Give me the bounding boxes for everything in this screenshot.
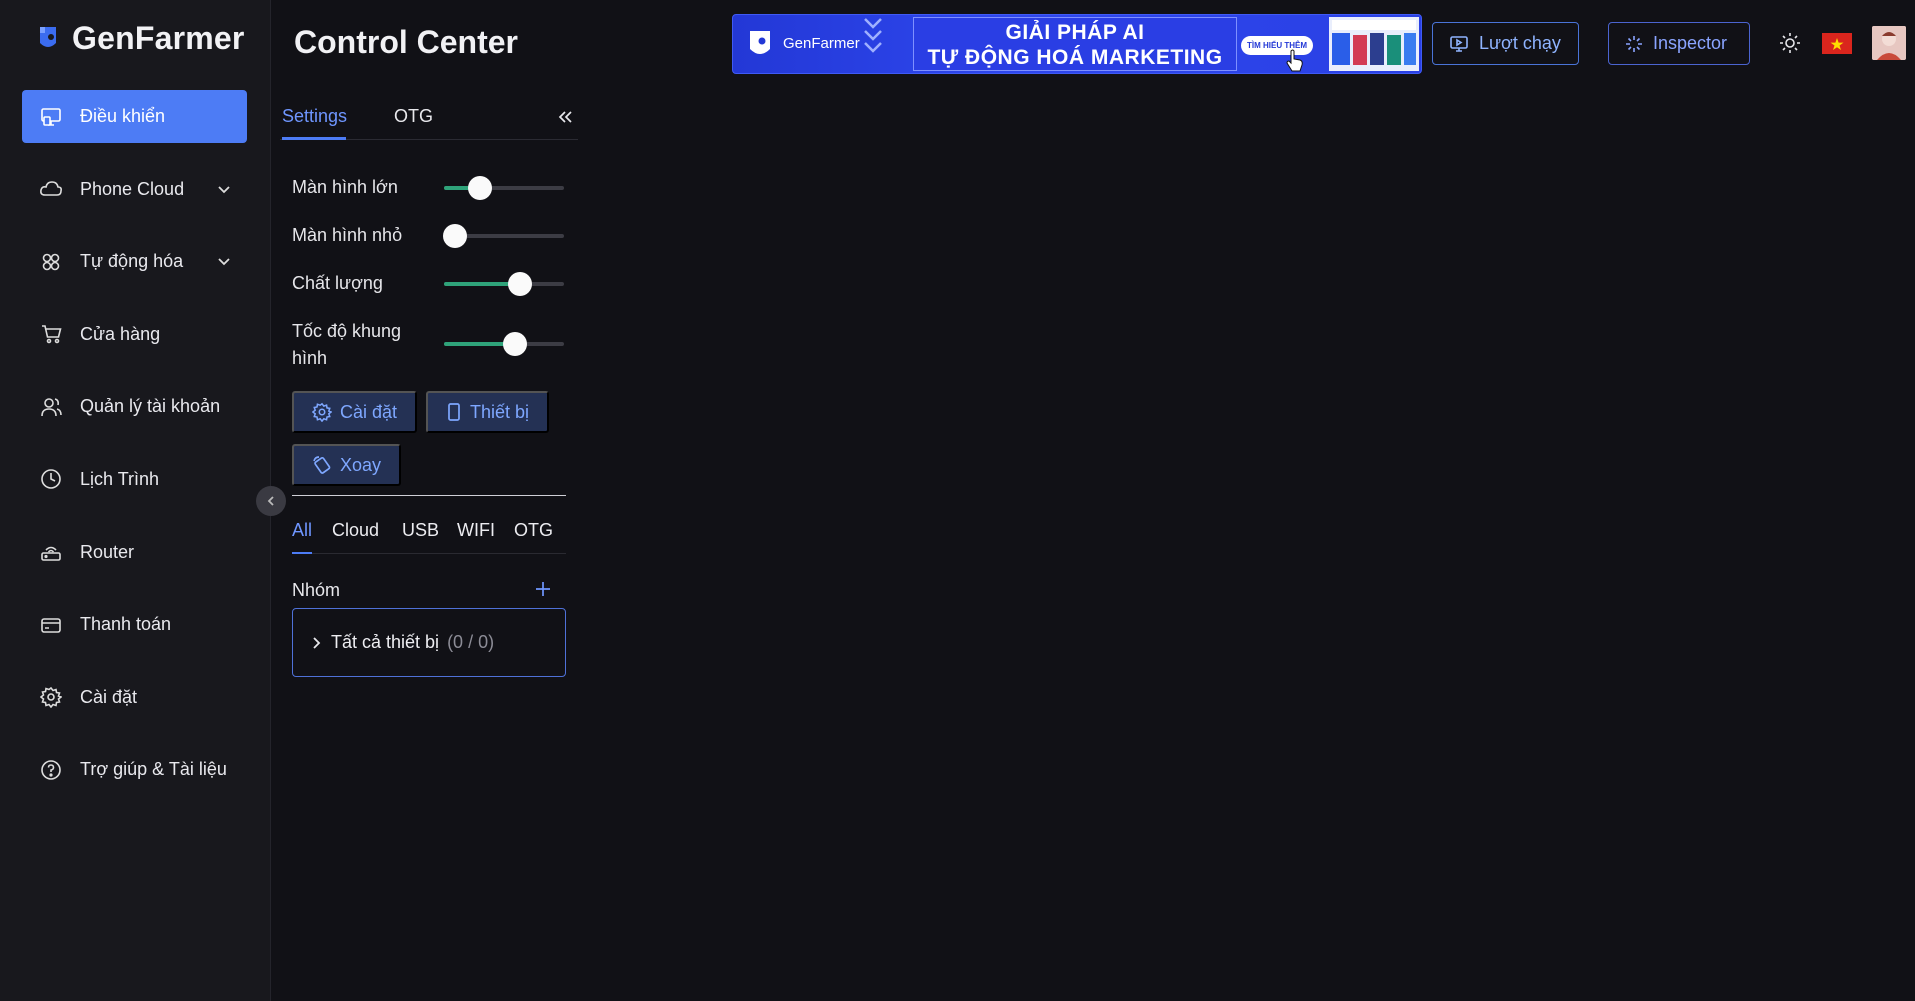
double-chevron-left-icon[interactable] [554, 106, 576, 128]
group-name: Tất cả thiết bị [331, 632, 440, 652]
connection-filter-tabs: All Cloud USB WIFI OTG [292, 520, 566, 554]
slider-label: Màn hình nhỏ [292, 225, 403, 245]
chevron-left-icon [267, 496, 274, 506]
language-flag-vietnam-icon[interactable] [1822, 33, 1852, 54]
monitor-icon [38, 104, 64, 130]
sidebar-item-cai-dat[interactable]: Cài đặt [22, 671, 247, 724]
pointer-hand-icon [1286, 49, 1303, 72]
genfarmer-logo-icon [40, 26, 56, 47]
brand-name: GenFarmer [72, 20, 245, 56]
active-tab-indicator [282, 137, 346, 140]
active-filter-indicator [292, 552, 312, 554]
sidebar-item-label: Cửa hàng [80, 323, 161, 344]
monitor-play-icon [1450, 35, 1468, 52]
app-mockup-image [1329, 17, 1419, 71]
filter-tab-all[interactable]: All [292, 520, 312, 541]
divider [292, 495, 566, 496]
group-count: (0 / 0) [447, 632, 495, 652]
automation-icon [38, 249, 64, 275]
clock-icon [38, 466, 64, 492]
cart-icon [38, 321, 64, 347]
sidebar-item-phone-cloud[interactable]: Phone Cloud [22, 163, 247, 216]
quality-slider[interactable] [444, 272, 564, 296]
sidebar-item-label: Điều khiển [80, 106, 166, 126]
sidebar-item-label: Lịch Trình [80, 468, 160, 489]
avatar[interactable] [1872, 26, 1906, 60]
router-icon [38, 539, 64, 565]
tab-settings[interactable]: Settings [282, 106, 347, 127]
theme-toggle-sun-icon[interactable] [1779, 32, 1801, 54]
sidebar-item-label: Trợ giúp & Tài liệu [80, 759, 227, 780]
rotate-device-icon [313, 456, 331, 474]
slider-handle[interactable] [468, 176, 492, 200]
banner-brand: GenFarmer [783, 35, 860, 52]
device-button[interactable]: Thiết bị [426, 391, 550, 433]
group-all-devices[interactable]: Tất cả thiết bị (0 / 0) [292, 608, 566, 677]
frame-rate-slider[interactable] [444, 332, 564, 356]
brand[interactable]: GenFarmer [36, 20, 245, 57]
tab-otg[interactable]: OTG [394, 106, 433, 127]
small-screen-slider[interactable] [442, 224, 564, 248]
chevron-down-icon [218, 258, 230, 266]
slider-handle[interactable] [442, 224, 467, 248]
runs-button[interactable]: Lượt chạy [1432, 22, 1579, 65]
sidebar: GenFarmer Điều khiển Phone Cloud Tự động… [0, 0, 271, 1001]
settings-button[interactable]: Cài đặt [292, 391, 418, 433]
add-group-plus-icon[interactable] [534, 580, 552, 598]
runs-button-label: Lượt chạy [1479, 33, 1561, 53]
banner-headline: GIẢI PHÁP AI TỰ ĐỘNG HOÁ MARKETING [913, 17, 1237, 71]
filter-tab-usb[interactable]: USB [402, 520, 439, 541]
sidebar-item-cua-hang[interactable]: Cửa hàng [22, 308, 247, 361]
sidebar-item-thanh-toan[interactable]: Thanh toán [22, 598, 247, 651]
sidebar-item-label: Cài đặt [80, 686, 138, 707]
chevron-right-icon [313, 636, 321, 649]
filter-tab-wifi[interactable]: WIFI [457, 520, 495, 541]
slider-handle[interactable] [507, 272, 532, 296]
users-icon [38, 394, 64, 420]
sidebar-nav: Điều khiển Phone Cloud Tự động hóa Cửa h… [22, 90, 247, 816]
chevron-down-icon [218, 185, 230, 193]
control-panel: Settings OTG Màn hình lớn Màn hình nhỏ C… [280, 96, 578, 677]
slider-handle[interactable] [502, 332, 527, 356]
sidebar-item-dieu-khien[interactable]: Điều khiển [22, 90, 247, 143]
settings-button-label: Cài đặt [340, 401, 398, 422]
sidebar-collapse-button[interactable] [256, 486, 286, 516]
slider-label: Chất lượng [292, 273, 383, 293]
panel-tabs: Settings OTG [280, 96, 578, 140]
group-label: Nhóm [292, 580, 341, 600]
banner-line1: GIẢI PHÁP AI [1005, 21, 1145, 44]
filter-tab-cloud[interactable]: Cloud [332, 520, 379, 541]
sidebar-item-tu-dong-hoa[interactable]: Tự động hóa [22, 235, 247, 288]
sparkle-icon [1626, 35, 1642, 52]
sidebar-item-label: Quản lý tài khoản [80, 396, 221, 417]
gear-icon [38, 684, 64, 710]
sidebar-item-label: Tự động hóa [80, 251, 184, 272]
sidebar-item-router[interactable]: Router [22, 526, 247, 579]
card-icon [38, 612, 64, 638]
rotate-button[interactable]: Xoay [292, 444, 402, 486]
sidebar-item-lich-trinh[interactable]: Lịch Trình [22, 453, 247, 506]
large-screen-slider[interactable] [444, 176, 564, 200]
filter-tab-otg[interactable]: OTG [514, 520, 553, 541]
rotate-button-label: Xoay [340, 454, 382, 475]
promo-banner[interactable]: GenFarmer GIẢI PHÁP AI TỰ ĐỘNG HOÁ MARKE… [732, 14, 1422, 74]
double-chevron-down-icon [864, 18, 882, 53]
sidebar-item-label: Thanh toán [80, 614, 172, 635]
device-button-label: Thiết bị [470, 401, 530, 422]
genfarmer-logo-icon [750, 31, 770, 54]
inspector-button[interactable]: Inspector [1608, 22, 1750, 65]
banner-line2: TỰ ĐỘNG HOÁ MARKETING [927, 46, 1223, 69]
cloud-icon [38, 176, 64, 202]
gear-icon [312, 402, 332, 422]
slider-label: Tốc độ khung hình [292, 321, 402, 368]
inspector-button-label: Inspector [1653, 33, 1728, 53]
sidebar-item-label: Phone Cloud [80, 178, 185, 199]
sidebar-item-quan-ly-tai-khoan[interactable]: Quản lý tài khoản [22, 380, 247, 433]
slider-label: Màn hình lớn [292, 177, 398, 197]
sidebar-item-tro-giup[interactable]: Trợ giúp & Tài liệu [22, 743, 247, 796]
page-title: Control Center [294, 24, 518, 60]
phone-icon [448, 403, 460, 421]
help-icon [38, 757, 64, 783]
sidebar-item-label: Router [80, 541, 135, 562]
